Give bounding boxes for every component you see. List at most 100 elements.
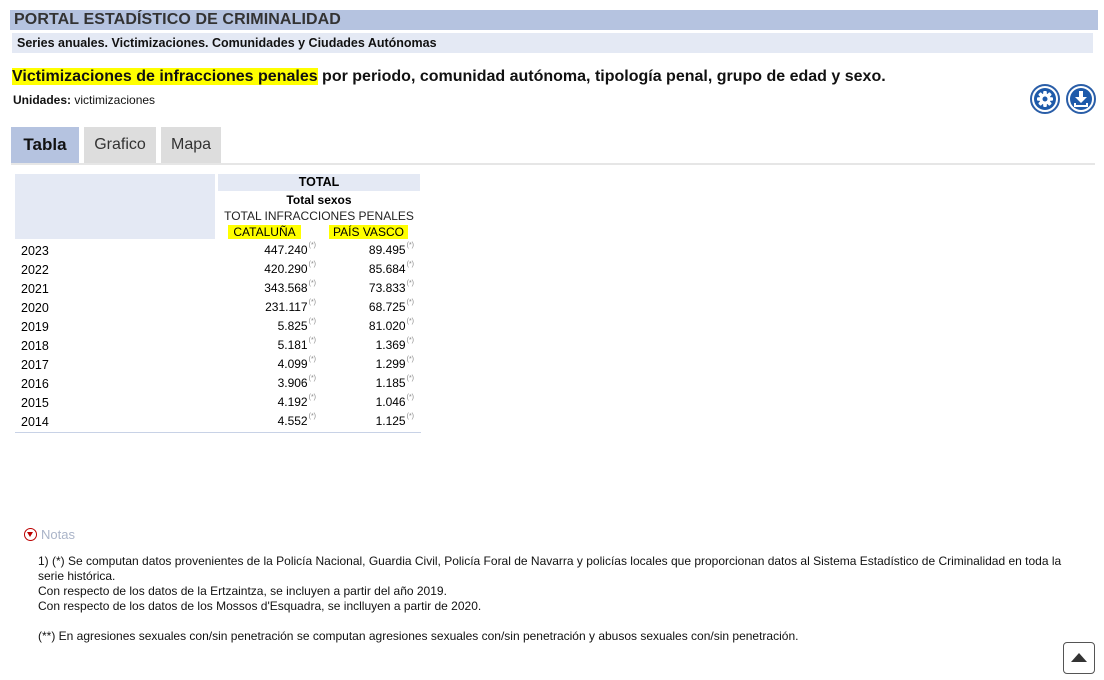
table-row: 2014 4.552(*) 1.125(*) xyxy=(15,412,421,431)
table-bottom-border xyxy=(15,432,421,433)
note-4: (**) En agresiones sexuales con/sin pene… xyxy=(38,629,799,643)
scroll-top-button[interactable] xyxy=(1063,642,1095,674)
row-year: 2017 xyxy=(21,358,49,372)
note-flag[interactable]: (*) xyxy=(407,375,414,382)
table-cell: 4.099(*) xyxy=(277,356,316,371)
table-cell: 1.046(*) xyxy=(375,394,414,409)
note-3: Con respecto de los datos de los Mossos … xyxy=(38,599,482,613)
download-button[interactable] xyxy=(1066,84,1096,114)
note-flag[interactable]: (*) xyxy=(407,394,414,401)
note-flag[interactable]: (*) xyxy=(407,356,414,363)
table-cell: 4.552(*) xyxy=(278,413,316,428)
note-flag[interactable]: (*) xyxy=(407,337,414,344)
table-cell: 4.192(*) xyxy=(277,394,316,409)
table-header-infracciones: TOTAL INFRACCIONES PENALES xyxy=(224,209,414,223)
notes-heading: Notas xyxy=(41,527,75,542)
table-cell: 73.833(*) xyxy=(368,280,414,295)
row-year: 2021 xyxy=(21,282,49,296)
table-row: 2021 343.568(*) 73.833(*) xyxy=(15,279,421,298)
table-row: 2018 5.181(*) 1.369(*) xyxy=(15,336,421,355)
note-flag[interactable]: (*) xyxy=(407,280,414,287)
note-flag[interactable]: (*) xyxy=(309,394,316,401)
row-year: 2020 xyxy=(21,301,49,315)
settings-button[interactable] xyxy=(1030,84,1060,114)
note-flag[interactable]: (*) xyxy=(407,299,414,306)
row-year: 2016 xyxy=(21,377,49,391)
table-cell: 3.906(*) xyxy=(277,375,316,390)
tabs-divider xyxy=(11,163,1095,165)
arrow-up-icon xyxy=(1071,653,1087,662)
table-cell: 5.181(*) xyxy=(277,337,316,352)
table-cell: 68.725(*) xyxy=(368,299,414,314)
cell-value: 5.825 xyxy=(277,319,308,333)
row-year: 2019 xyxy=(21,320,49,334)
note-flag[interactable]: (*) xyxy=(309,375,316,382)
table-cell: 1.369(*) xyxy=(376,337,414,352)
note-flag[interactable]: (*) xyxy=(309,242,316,249)
cell-value: 1.046 xyxy=(375,395,406,409)
note-flag[interactable]: (*) xyxy=(309,261,316,268)
table-row: 2020 231.117(*) 68.725(*) xyxy=(15,298,421,317)
cell-value: 5.181 xyxy=(277,338,308,352)
note-flag[interactable]: (*) xyxy=(407,242,414,249)
table-header-total: TOTAL xyxy=(218,174,420,191)
cell-value: 89.495 xyxy=(368,243,406,257)
tab-tabla[interactable]: Tabla xyxy=(11,127,79,163)
column-header-pais-vasco[interactable]: PAÍS VASCO xyxy=(329,225,408,239)
page-title: Victimizaciones de infracciones penales … xyxy=(12,68,886,86)
row-year: 2015 xyxy=(21,396,49,410)
note-flag[interactable]: (*) xyxy=(309,280,316,287)
units-line: Unidades: victimizaciones xyxy=(13,93,155,107)
cell-value: 1.299 xyxy=(375,357,406,371)
note-2: Con respecto de los datos de la Ertzaint… xyxy=(38,584,447,598)
row-year: 2014 xyxy=(21,415,49,429)
table-corner-header xyxy=(15,174,215,239)
series-title: Series anuales. Victimizaciones. Comunid… xyxy=(17,36,437,50)
table-cell: 1.299(*) xyxy=(375,356,414,371)
portal-header: PORTAL ESTADÍSTICO DE CRIMINALIDAD xyxy=(10,10,1098,30)
cell-value: 447.240 xyxy=(264,243,308,257)
cell-value: 81.020 xyxy=(368,319,406,333)
cell-value: 1.125 xyxy=(375,414,406,428)
table-row: 2017 4.099(*) 1.299(*) xyxy=(15,355,421,374)
table-row: 2022 420.290(*) 85.684(*) xyxy=(15,260,421,279)
note-1: 1) (*) Se computan datos provenientes de… xyxy=(38,554,1062,583)
page-title-highlight: Victimizaciones de infracciones penales xyxy=(12,68,318,85)
cell-value: 343.568 xyxy=(264,281,308,295)
series-header: Series anuales. Victimizaciones. Comunid… xyxy=(12,33,1093,53)
note-flag[interactable]: (*) xyxy=(309,318,316,325)
table-row: 2016 3.906(*) 1.185(*) xyxy=(15,374,421,393)
portal-title: PORTAL ESTADÍSTICO DE CRIMINALIDAD xyxy=(14,11,341,28)
cell-value: 4.192 xyxy=(277,395,308,409)
cell-value: 1.185 xyxy=(375,376,406,390)
note-flag[interactable]: (*) xyxy=(407,413,414,420)
download-icon xyxy=(1070,88,1092,110)
tab-mapa[interactable]: Mapa xyxy=(161,127,221,163)
table-cell: 1.125(*) xyxy=(375,413,414,428)
cell-value: 68.725 xyxy=(368,300,406,314)
table-cell: 343.568(*) xyxy=(264,280,316,295)
note-flag[interactable]: (*) xyxy=(407,261,414,268)
column-header-cataluna[interactable]: CATALUÑA xyxy=(228,225,301,239)
table-cell: 89.495(*) xyxy=(368,242,414,257)
note-flag[interactable]: (*) xyxy=(309,413,316,420)
table-header-sexos: Total sexos xyxy=(286,193,352,207)
notes-toggle[interactable]: Notas xyxy=(24,526,75,542)
note-flag[interactable]: (*) xyxy=(309,356,316,363)
units-value: victimizaciones xyxy=(71,93,156,107)
gear-icon xyxy=(1034,88,1056,110)
table-row: 2019 5.825(*) 81.020(*) xyxy=(15,317,421,336)
cell-value: 85.684 xyxy=(368,262,406,276)
table-cell: 231.117(*) xyxy=(265,299,316,314)
table-cell: 5.825(*) xyxy=(277,318,316,333)
cell-value: 73.833 xyxy=(368,281,406,295)
note-flag[interactable]: (*) xyxy=(407,318,414,325)
cell-value: 3.906 xyxy=(277,376,308,390)
cell-value: 4.099 xyxy=(277,357,308,371)
table-row: 2023 447.240(*) 89.495(*) xyxy=(15,241,421,260)
cell-value: 231.117 xyxy=(265,300,308,314)
note-flag[interactable]: (*) xyxy=(309,299,316,306)
units-label: Unidades: xyxy=(13,93,72,107)
note-flag[interactable]: (*) xyxy=(309,337,316,344)
tab-grafico[interactable]: Grafico xyxy=(84,127,156,163)
